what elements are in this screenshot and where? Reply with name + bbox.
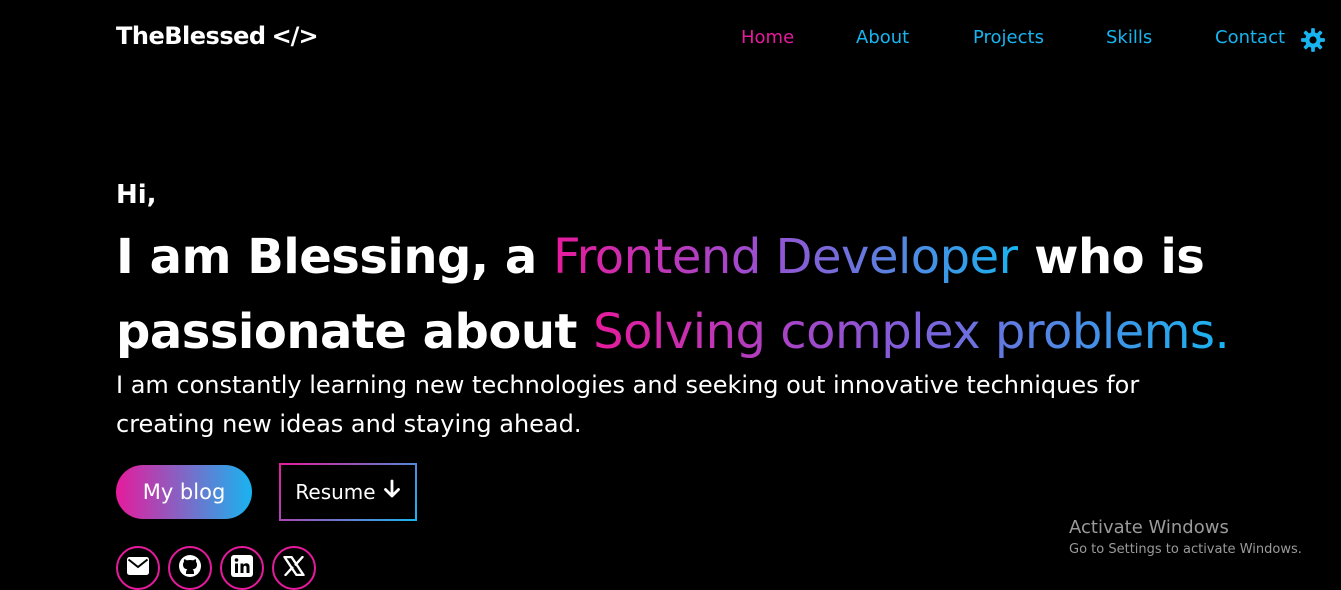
page: TheBlessed </> Home About Projects Skill…: [0, 0, 1341, 590]
logo[interactable]: TheBlessed </>: [116, 22, 319, 50]
gear-icon[interactable]: [1300, 27, 1326, 53]
nav-home[interactable]: Home: [741, 27, 794, 48]
nav-contact[interactable]: Contact: [1215, 27, 1285, 48]
headline: I am Blessing, a Frontend Developer who …: [116, 220, 1236, 370]
windows-activation-watermark: Activate Windows Go to Settings to activ…: [1069, 517, 1302, 561]
envelope-icon: [127, 557, 149, 579]
email-link[interactable]: [116, 546, 160, 590]
my-blog-label: My blog: [142, 480, 226, 504]
greeting: Hi,: [116, 180, 157, 210]
headline-text: passionate about: [116, 304, 594, 360]
headline-text: I am Blessing, a: [116, 229, 553, 285]
nav-skills[interactable]: Skills: [1106, 27, 1152, 48]
headline-highlight-role: Frontend Developer: [552, 229, 1018, 285]
my-blog-button[interactable]: My blog: [116, 465, 252, 519]
x-icon: [283, 555, 305, 580]
header: TheBlessed </> Home About Projects Skill…: [0, 0, 1341, 80]
code-icon: </>: [271, 22, 319, 50]
headline-text: who is: [1017, 229, 1205, 285]
nav-about[interactable]: About: [856, 27, 909, 48]
nav-projects[interactable]: Projects: [973, 27, 1044, 48]
headline-line-2: passionate about Solving complex problem…: [116, 295, 1236, 370]
linkedin-link[interactable]: [220, 546, 264, 590]
arrow-down-icon: [383, 479, 401, 505]
github-icon: [178, 554, 202, 582]
github-link[interactable]: [168, 546, 212, 590]
watermark-subtitle: Go to Settings to activate Windows.: [1069, 542, 1302, 557]
resume-label: Resume: [295, 480, 376, 504]
resume-button[interactable]: Resume: [279, 463, 417, 521]
watermark-title: Activate Windows: [1069, 517, 1229, 538]
logo-text: TheBlessed: [116, 22, 266, 50]
linkedin-icon: [231, 555, 253, 581]
x-link[interactable]: [272, 546, 316, 590]
headline-highlight-passion: Solving complex problems.: [593, 304, 1230, 360]
headline-line-1: I am Blessing, a Frontend Developer who …: [116, 220, 1236, 295]
hero-subtitle: I am constantly learning new technologie…: [116, 371, 1140, 438]
